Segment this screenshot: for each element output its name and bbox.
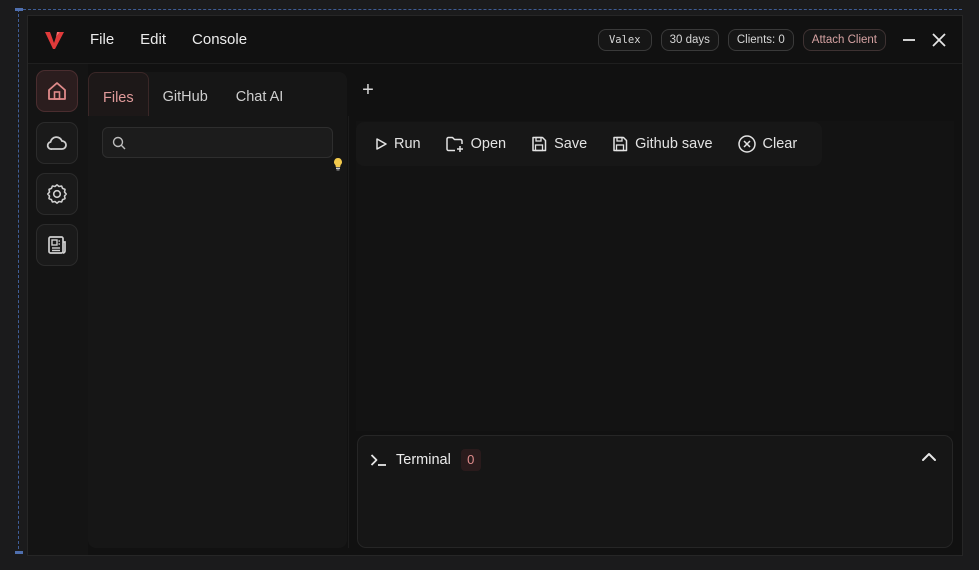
open-label: Open: [470, 136, 507, 152]
search-icon: [112, 136, 126, 150]
chevron-up-icon[interactable]: [920, 448, 938, 466]
menu-bar: File Edit Console: [90, 30, 273, 50]
rail-settings-button[interactable]: [36, 173, 78, 215]
left-rail: [28, 64, 88, 555]
folder-open-icon: [445, 136, 463, 152]
floppy-disk-icon: [613, 136, 628, 152]
close-icon[interactable]: [930, 31, 948, 49]
panel-divider[interactable]: [348, 116, 349, 548]
guide-corner-bottom: [15, 551, 23, 554]
panel-tabs: Files GitHub Chat AI: [88, 72, 297, 116]
clear-label: Clear: [762, 136, 798, 152]
license-badge: 30 days: [660, 29, 719, 51]
open-button[interactable]: Open: [445, 135, 506, 153]
terminal-title: Terminal: [396, 452, 451, 468]
app-window: File Edit Console Valex 30 days Clients:…: [27, 15, 963, 556]
status-pills: Valex 30 days Clients: 0 Attach Client: [597, 29, 886, 51]
home-icon: [48, 82, 66, 100]
rail-news-button[interactable]: [36, 224, 78, 266]
lightbulb-icon[interactable]: [332, 157, 344, 171]
guide-line-left: [18, 9, 19, 554]
menu-file[interactable]: File: [90, 30, 114, 50]
save-button[interactable]: Save: [530, 135, 587, 153]
file-search: [102, 127, 333, 158]
tab-chat-ai[interactable]: Chat AI: [222, 72, 298, 116]
file-panel: Files GitHub Chat AI: [88, 72, 347, 548]
tab-github[interactable]: GitHub: [149, 72, 222, 116]
github-save-button[interactable]: Github save: [611, 135, 713, 153]
terminal-panel: Terminal 0: [357, 435, 953, 548]
rail-cloud-button[interactable]: [36, 122, 78, 164]
terminal-prompt-icon: [370, 454, 386, 466]
add-tab-button[interactable]: +: [358, 80, 378, 100]
play-icon: [376, 138, 387, 150]
minimize-icon[interactable]: [900, 31, 918, 49]
terminal-header: Terminal 0: [370, 449, 481, 471]
title-bar: File Edit Console Valex 30 days Clients:…: [28, 16, 962, 64]
run-button[interactable]: Run: [374, 136, 421, 152]
floppy-disk-icon: [532, 136, 547, 152]
guide-corner-top: [15, 8, 23, 11]
github-save-label: Github save: [635, 136, 713, 152]
menu-edit[interactable]: Edit: [140, 30, 166, 50]
search-input[interactable]: [133, 132, 327, 154]
run-label: Run: [394, 136, 421, 152]
menu-console[interactable]: Console: [192, 30, 247, 50]
attach-client-button[interactable]: Attach Client: [802, 29, 886, 51]
save-label: Save: [554, 136, 588, 152]
terminal-count-badge: 0: [460, 449, 481, 471]
editor-toolbar: Run Open Save Github save Clear: [356, 122, 822, 166]
cloud-icon: [46, 136, 67, 150]
guide-line-top: [18, 9, 962, 10]
gear-icon: [47, 184, 67, 204]
clients-badge: Clients: 0: [727, 29, 794, 51]
newspaper-icon: [48, 236, 66, 254]
user-badge: Valex: [597, 29, 652, 51]
tab-files[interactable]: Files: [88, 72, 149, 116]
code-editor[interactable]: [356, 121, 954, 431]
app-logo-icon: [45, 32, 64, 49]
clear-circle-x-icon: [737, 135, 756, 153]
clear-button[interactable]: Clear: [737, 134, 798, 154]
rail-home-button[interactable]: [36, 70, 78, 112]
